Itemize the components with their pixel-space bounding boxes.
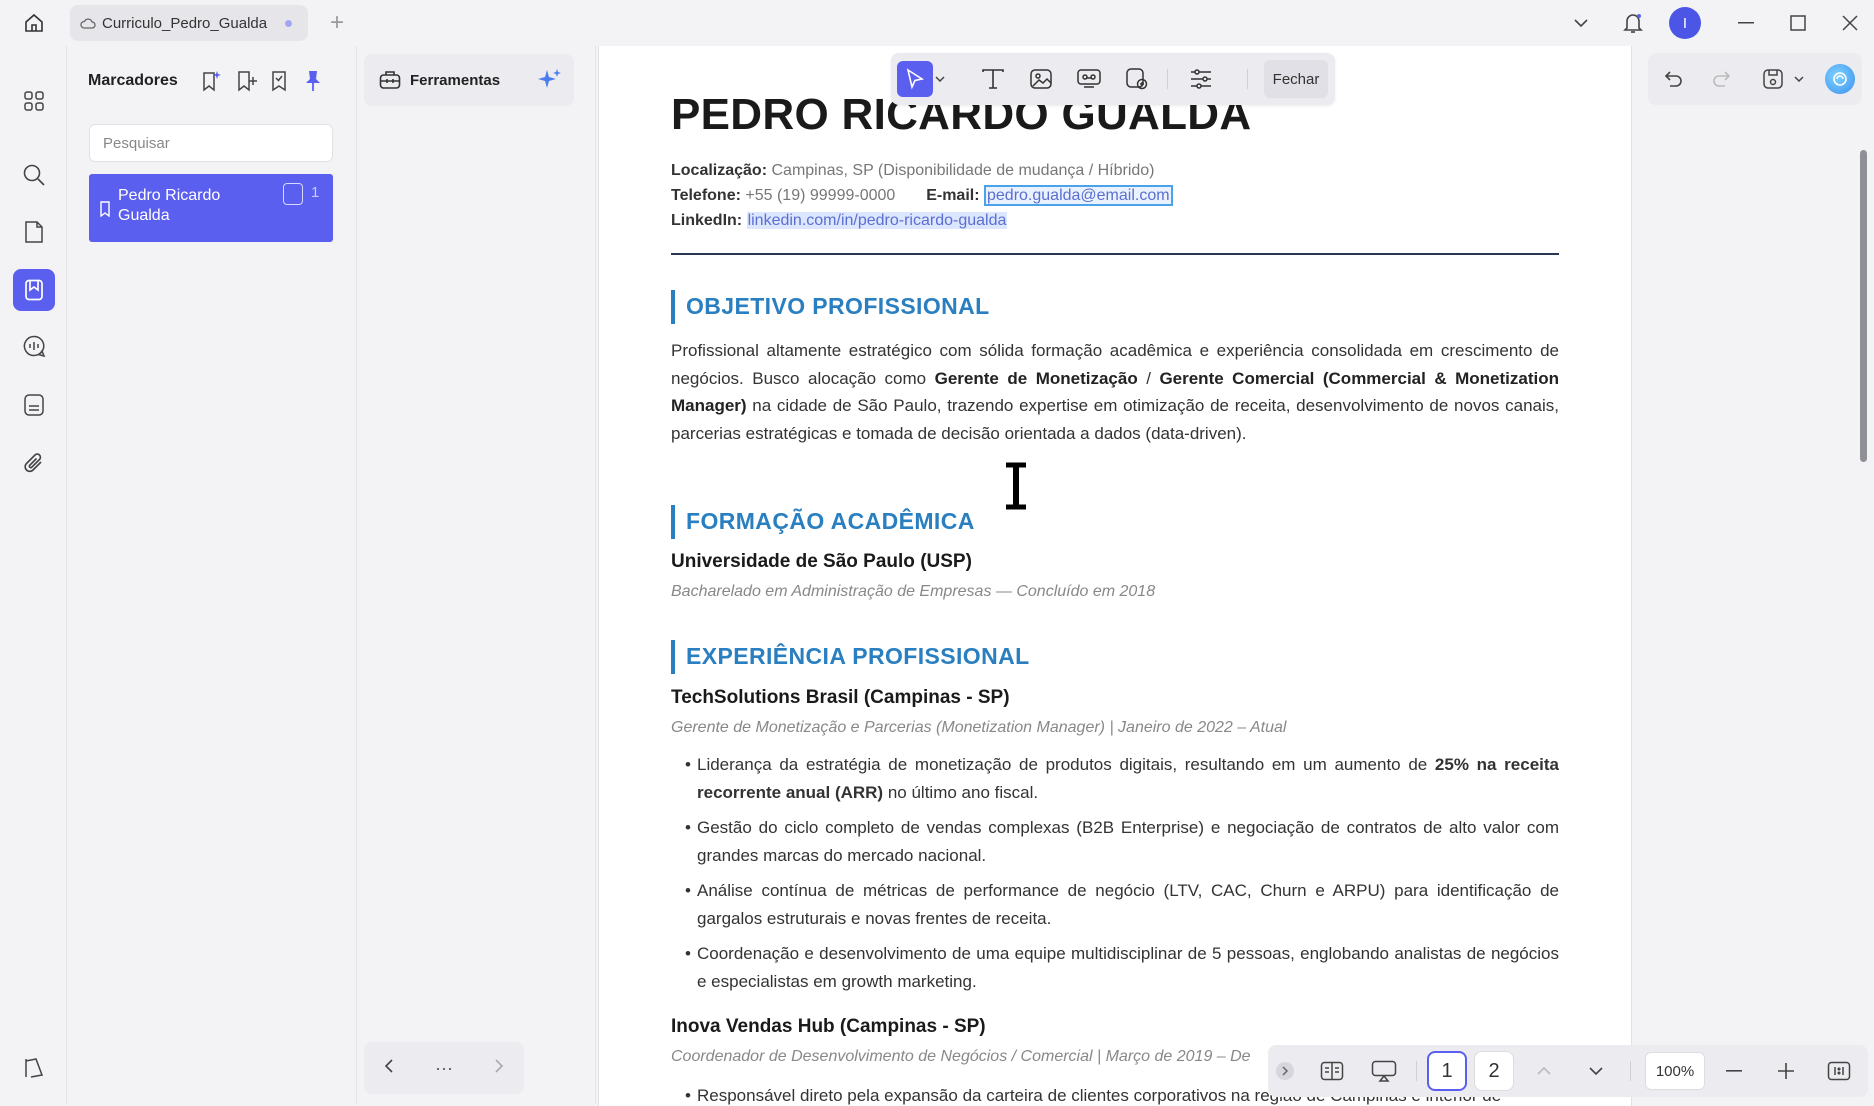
header-divider [671,253,1559,255]
bullet-item: Coordenação e desenvolvimento de uma equ… [685,940,1559,995]
unsaved-dot [285,20,292,27]
bullet-item: Análise contínua de métricas de performa… [685,877,1559,932]
section-heading-education: FORMAÇÃO ACADÊMICA [671,505,975,539]
properties-icon[interactable] [1183,61,1219,97]
chevron-down-icon[interactable] [931,61,949,97]
add-bookmark-icon[interactable] [231,66,261,96]
add-bookmark-ai-icon[interactable] [196,66,226,96]
left-rail [0,46,66,1106]
page-navigation-bar: 1 2 100% [1268,1045,1868,1097]
degree-line: Bacharelado em Administração de Empresas… [671,583,1156,600]
tools-panel: Ferramentas ··· [356,46,596,1104]
email-link[interactable]: pedro.gualda@email.com [984,185,1173,206]
objective-paragraph: Profissional altamente estratégico com s… [671,341,1559,443]
document-tab[interactable]: Curriculo_Pedro_Gualda [70,5,308,41]
more-button[interactable]: ··· [435,1058,453,1079]
toolbar-divider [1167,69,1168,89]
close-icon[interactable] [1834,8,1866,38]
new-tab-button[interactable]: + [322,8,352,38]
sidebar-toggle-icon[interactable] [13,1047,55,1089]
link-tool-icon[interactable] [1071,61,1107,97]
section-heading-experience: EXPERIÊNCIA PROFISSIONAL [671,640,1030,674]
chevron-up-icon[interactable] [1526,1053,1562,1089]
nav-divider [1416,1061,1417,1081]
text-cursor-icon [1003,462,1029,510]
bookmark-search-input[interactable] [89,124,333,162]
contact-location: Localização: Campinas, SP (Disponibilida… [671,162,1155,179]
page-button-1[interactable]: 1 [1427,1051,1467,1091]
contact-linkedin: LinkedIn: linkedin.com/in/pedro-ricardo-… [671,212,1008,229]
avatar[interactable]: I [1669,7,1701,39]
linkedin-link[interactable]: linkedin.com/in/pedro-ricardo-gualda [746,212,1008,229]
chevron-down-icon[interactable] [1565,8,1597,38]
company-name: TechSolutions Brasil (Campinas - SP) [671,687,1010,708]
school-name: Universidade de São Paulo (USP) [671,551,972,572]
minimize-icon[interactable] [1730,8,1762,38]
tools-header[interactable]: Ferramentas [364,54,574,106]
comment-icon[interactable] [13,325,55,367]
page-button-2[interactable]: 2 [1474,1051,1514,1091]
toolbar-divider [1247,69,1248,89]
bookmark-icon[interactable] [13,269,55,311]
pin-icon[interactable] [298,66,328,96]
close-edit-button[interactable]: Fechar [1264,60,1328,98]
bullet-item: Gestão do ciclo completo de vendas compl… [685,814,1559,869]
tools-title: Ferramentas [410,71,501,89]
page-layout-icon[interactable] [1314,1053,1350,1089]
chevron-down-icon[interactable] [1578,1053,1614,1089]
toolbox-icon [379,70,401,90]
page-link-icon[interactable] [283,183,303,205]
thumbnails-icon[interactable] [13,80,55,122]
company-name: Inova Vendas Hub (Campinas - SP) [671,1016,986,1037]
actual-size-icon[interactable] [1821,1053,1857,1089]
presentation-icon[interactable] [1366,1053,1402,1089]
image-tool-icon[interactable] [1023,61,1059,97]
zoom-in-icon[interactable] [1768,1053,1804,1089]
zoom-out-icon[interactable] [1716,1053,1752,1089]
section-heading-objective: OBJETIVO PROFISSIONAL [671,290,990,324]
bookmark-label: Pedro Ricardo Gualda [118,187,221,224]
bullet-item: Liderança da estratégia de monetização d… [685,751,1559,806]
title-bar: Curriculo_Pedro_Gualda + I [0,0,1874,46]
text-tool-icon[interactable] [975,61,1011,97]
role-line: Gerente de Monetização e Parcerias (Mone… [671,719,1287,736]
undo-icon[interactable] [1657,62,1691,96]
role-line: Coordenador de Desenvolvimento de Negóci… [671,1048,1251,1065]
bell-icon[interactable] [1617,8,1649,38]
tools-pager: ··· [364,1042,524,1094]
maximize-icon[interactable] [1782,8,1814,38]
bookmark-small-icon [99,201,111,222]
history-toolbar [1648,53,1862,105]
tab-title: Curriculo_Pedro_Gualda [102,14,268,32]
edit-toolbar: Fechar [891,53,1335,105]
zoom-level[interactable]: 100% [1645,1052,1705,1090]
sparkle-icon[interactable] [536,66,564,94]
stamp-tool-icon[interactable] [1119,61,1155,97]
home-icon[interactable] [18,9,50,37]
page-icon[interactable] [13,211,55,253]
search-icon[interactable] [13,154,55,196]
save-icon[interactable] [1756,62,1790,96]
select-tool-icon[interactable] [897,61,933,97]
panel-title: Marcadores [88,72,178,89]
contact-phone-email: Telefone: +55 (19) 99999-0000 E-mail: pe… [671,185,1173,206]
document-page[interactable]: PEDRO RICARDO GUALDA Localização: Campin… [598,46,1632,1106]
bookmark-page-number: 1 [311,184,320,201]
bookmark-outline-icon[interactable] [264,66,294,96]
chevron-down-icon[interactable] [1788,62,1810,96]
nav-divider [1630,1061,1631,1081]
redo-icon[interactable] [1704,62,1738,96]
bookmark-item[interactable]: Pedro Ricardo Gualda 1 [89,174,333,242]
chevron-left-icon[interactable] [384,1058,394,1079]
chevron-right-icon[interactable] [494,1058,504,1079]
attachment-icon[interactable] [13,442,55,484]
cloud-icon [80,17,96,29]
collapse-icon[interactable] [1274,1053,1296,1089]
ai-assistant-icon[interactable] [1825,64,1855,94]
form-icon[interactable] [13,384,55,426]
bookmarks-panel: Marcadores Pedro Ricardo Gualda 1 [66,46,354,1104]
vertical-scrollbar[interactable] [1860,150,1867,462]
